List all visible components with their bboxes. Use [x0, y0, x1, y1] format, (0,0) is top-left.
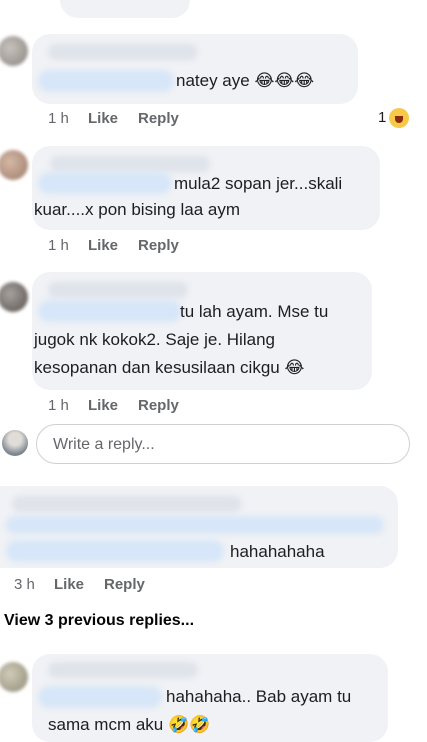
current-user-avatar — [2, 430, 28, 456]
comment-text-line: kuar....x pon bising laa aym — [34, 200, 241, 219]
avatar[interactable] — [0, 282, 28, 312]
reply-button[interactable]: Reply — [138, 237, 179, 254]
comment-bubble: hahahaha.. Bab ayam tu sama mcm aku 🤣🤣 — [32, 654, 388, 742]
blurred-author-name — [48, 282, 188, 298]
avatar[interactable] — [0, 662, 28, 692]
comment-text: kesopanan dan kesusilaan cikgu 😂 — [34, 355, 304, 381]
comment-meta: 1 h Like Reply — [48, 110, 179, 127]
blurred-author-name — [48, 662, 198, 678]
like-button[interactable]: Like — [88, 397, 138, 414]
reply-button[interactable]: Reply — [138, 110, 179, 127]
laughing-emoji: 😂😂😂 — [254, 71, 315, 91]
blurred-mention — [38, 70, 174, 92]
comment-text: natey aye 😂😂😂 — [176, 68, 314, 94]
reply-input[interactable] — [51, 433, 395, 457]
comment-text-line: hahahahaha — [230, 542, 325, 561]
laughing-emoji: 😂 — [284, 358, 305, 378]
comment-meta: 3 h Like Reply — [14, 576, 145, 593]
comment-text-line: mula2 sopan jer...skali — [174, 174, 343, 193]
comment-text-line: sama mcm aku — [48, 715, 164, 734]
avatar[interactable] — [0, 36, 28, 66]
comment-meta: 1 h Like Reply — [48, 397, 179, 414]
reply-button[interactable]: Reply — [138, 397, 179, 414]
comment-meta: 1 h Like Reply — [48, 237, 179, 254]
blurred-mention — [6, 516, 384, 534]
comment-text-line: kesopanan dan kesusilaan cikgu — [34, 358, 280, 377]
timestamp: 3 h — [14, 576, 35, 593]
avatar[interactable] — [0, 150, 28, 180]
comment-text-line: hahahaha.. Bab ayam tu — [166, 687, 352, 706]
comment-bubble: hahahahaha — [0, 486, 398, 568]
blurred-author-name — [48, 44, 198, 60]
blurred-mention — [38, 172, 172, 194]
reply-input-box[interactable] — [36, 424, 410, 464]
comment-bubble-partial — [60, 0, 190, 18]
blurred-mention — [38, 300, 182, 322]
blurred-mention — [38, 686, 162, 708]
timestamp: 1 h — [48, 397, 69, 414]
timestamp: 1 h — [48, 110, 69, 127]
haha-reaction-icon — [389, 108, 410, 128]
like-button[interactable]: Like — [88, 110, 138, 127]
like-button[interactable]: Like — [88, 237, 138, 254]
comment-bubble: natey aye 😂😂😂 — [32, 34, 358, 104]
blurred-mention — [6, 540, 224, 562]
reply-button[interactable]: Reply — [104, 576, 145, 593]
comment-text-line: jugok nk kokok2. Saje je. Hilang — [34, 330, 275, 349]
blurred-author-name — [12, 496, 242, 512]
reaction-count-number: 1 — [378, 108, 387, 126]
like-button[interactable]: Like — [54, 576, 104, 593]
blurred-author-name — [50, 156, 210, 172]
comment-text: sama mcm aku 🤣🤣 — [48, 712, 210, 738]
comment-text-line: tu lah ayam. Mse tu — [180, 302, 329, 321]
rofl-emoji: 🤣🤣 — [167, 715, 211, 735]
reaction-count[interactable]: 1 — [378, 108, 410, 128]
view-previous-replies-link[interactable]: View 3 previous replies... — [4, 612, 194, 630]
timestamp: 1 h — [48, 237, 69, 254]
comment-text-line: natey aye — [176, 71, 250, 90]
comment-bubble: mula2 sopan jer...skali kuar....x pon bi… — [32, 146, 380, 230]
comment-bubble: tu lah ayam. Mse tu jugok nk kokok2. Saj… — [32, 272, 372, 390]
